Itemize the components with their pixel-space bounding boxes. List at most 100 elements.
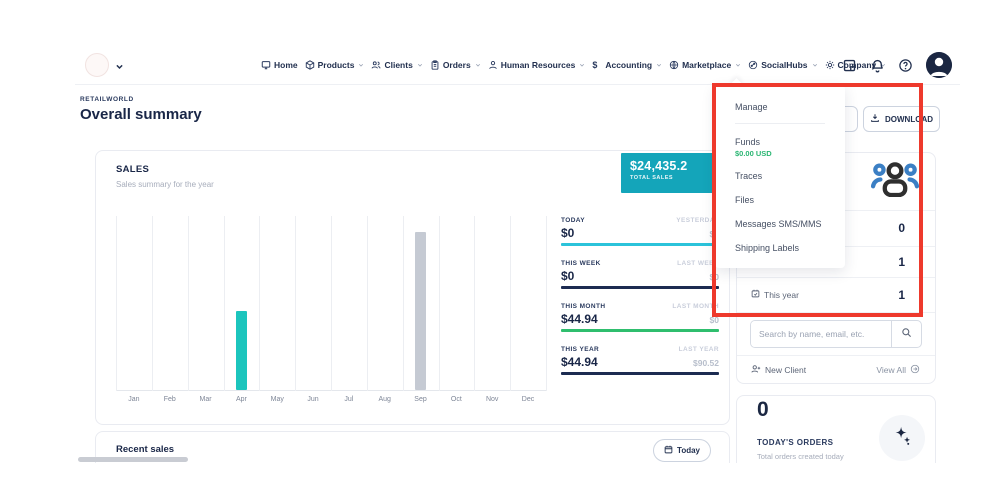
clients-card-footer: New Client View All	[737, 356, 935, 383]
home-monitor-icon	[261, 60, 271, 70]
stat-value: $0	[561, 226, 574, 240]
person-plus-icon	[751, 364, 761, 376]
sparkle-button[interactable]	[879, 415, 925, 461]
chevron-down-icon	[475, 62, 481, 68]
menu-item-shipping-labels[interactable]: Shipping Labels	[735, 236, 825, 260]
dashboard-viewport: Home Products Clients Orders Human Resources…	[75, 45, 960, 463]
menu-item-files[interactable]: Files	[735, 188, 825, 212]
chart-bar-apr[interactable]	[236, 311, 247, 390]
stat-underline	[561, 329, 719, 332]
arrow-circle-right-icon	[910, 364, 920, 376]
sales-card: SALES Sales summary for the year $24,435…	[95, 150, 730, 425]
download-button[interactable]: DOWNLOAD	[863, 106, 940, 132]
chevron-down-icon	[579, 62, 585, 68]
chart-gridline	[152, 216, 153, 391]
total-sales-label: TOTAL SALES	[630, 175, 721, 181]
menu-divider	[735, 123, 825, 124]
new-client-link[interactable]: New Client	[751, 364, 806, 376]
clients-search-input[interactable]	[751, 321, 891, 347]
nav-item-products[interactable]: Products	[305, 60, 365, 70]
products-cube-icon	[305, 60, 315, 70]
x-axis-label: Jul	[331, 396, 367, 403]
menu-item-messages-sms-mms[interactable]: Messages SMS/MMS	[735, 212, 825, 236]
help-icon[interactable]	[898, 58, 913, 73]
x-axis-label: Jan	[116, 396, 152, 403]
chevron-down-icon	[656, 62, 662, 68]
total-sales-badge: $24,435.2 TOTAL SALES	[621, 153, 721, 193]
clients-stat-row: This year 1	[737, 278, 935, 313]
nav-item-home[interactable]: Home	[261, 60, 298, 70]
nav-item-label: Home	[274, 60, 298, 70]
view-all-link[interactable]: View All	[876, 364, 920, 376]
search-icon	[901, 325, 912, 343]
chart-gridline	[224, 216, 225, 391]
chevron-down-icon	[812, 62, 818, 68]
stat-compare-label: LAST YEAR	[679, 346, 719, 353]
today-filter-button[interactable]: Today	[653, 439, 711, 462]
x-axis-label: Dec	[510, 396, 546, 403]
chart-gridline	[331, 216, 332, 391]
chevron-down-icon	[417, 62, 423, 68]
share-icon	[748, 60, 758, 70]
nav-item-socialhubs[interactable]: SocialHubs	[748, 60, 817, 70]
stat-row-today: TODAYYESTERDAY$0$0	[561, 217, 719, 246]
clients-stat-value: 0	[898, 221, 905, 235]
stat-label: TODAY	[561, 217, 585, 224]
nav-item-marketplace[interactable]: Marketplace	[669, 60, 741, 70]
bell-icon[interactable]	[870, 58, 885, 73]
clients-group-icon	[870, 160, 920, 202]
horizontal-scrollbar[interactable]	[78, 457, 188, 462]
x-axis-label: Mar	[188, 396, 224, 403]
chart-gridline	[510, 216, 511, 391]
x-axis-label: Feb	[152, 396, 188, 403]
chart-bar-sep[interactable]	[415, 232, 426, 390]
stat-underline	[561, 286, 719, 289]
x-axis-label: Aug	[367, 396, 403, 403]
stat-label: THIS YEAR	[561, 346, 599, 353]
search-button[interactable]	[891, 321, 921, 347]
nav-actions	[842, 45, 952, 85]
notes-icon[interactable]	[842, 58, 857, 73]
page-title: Overall summary	[80, 106, 202, 123]
calendar-icon	[664, 445, 673, 456]
stat-row-this-month: THIS MONTHLAST MONTH$44.94$0	[561, 303, 719, 332]
nav-item-clients[interactable]: Clients	[371, 60, 422, 70]
orders-count: 0	[757, 398, 769, 422]
user-avatar[interactable]	[926, 52, 952, 78]
chart-gridline	[439, 216, 440, 391]
chart-gridline	[295, 216, 296, 391]
nav-item-label: Orders	[443, 60, 471, 70]
stat-value: $0	[561, 269, 574, 283]
menu-item-traces[interactable]: Traces	[735, 164, 825, 188]
nav-item-accounting[interactable]: $Accounting	[592, 60, 662, 70]
chevron-down-icon	[358, 62, 364, 68]
nav-item-orders[interactable]: Orders	[430, 60, 481, 70]
clients-stat-value: 1	[898, 255, 905, 269]
period-select[interactable]: This year	[751, 289, 799, 300]
sales-bar-chart	[116, 216, 546, 391]
chart-gridline	[403, 216, 404, 391]
clients-stat-value: 1	[898, 288, 905, 302]
orders-clipboard-icon	[430, 60, 440, 70]
x-axis-label: Oct	[438, 396, 474, 403]
stat-row-this-week: THIS WEEKLAST WEEK$0$0	[561, 260, 719, 289]
sales-stats-column: TODAYYESTERDAY$0$0THIS WEEKLAST WEEK$0$0…	[561, 217, 719, 389]
menu-item-manage[interactable]: Manage	[735, 95, 825, 119]
recent-sales-title: Recent sales	[116, 444, 174, 455]
orders-subtitle: Total orders created today	[757, 452, 844, 461]
nav-item-label: Clients	[384, 60, 412, 70]
dollar-icon: $	[592, 60, 602, 70]
company-logo[interactable]	[85, 53, 109, 77]
stat-compare-label: LAST WEEK	[677, 260, 719, 267]
nav-item-human-resources[interactable]: Human Resources	[488, 60, 586, 70]
stat-value: $44.94	[561, 312, 598, 326]
total-sales-value: $24,435.2	[630, 159, 721, 173]
sparkle-icon	[891, 425, 913, 452]
stat-underline	[561, 243, 719, 246]
clients-search-wrap	[737, 313, 935, 357]
logo-chevron-down-icon[interactable]	[115, 58, 124, 76]
calendar-check-icon	[751, 289, 760, 300]
x-axis-label: Jun	[295, 396, 331, 403]
x-axis-label: Nov	[474, 396, 510, 403]
nav-item-label: Marketplace	[682, 60, 731, 70]
